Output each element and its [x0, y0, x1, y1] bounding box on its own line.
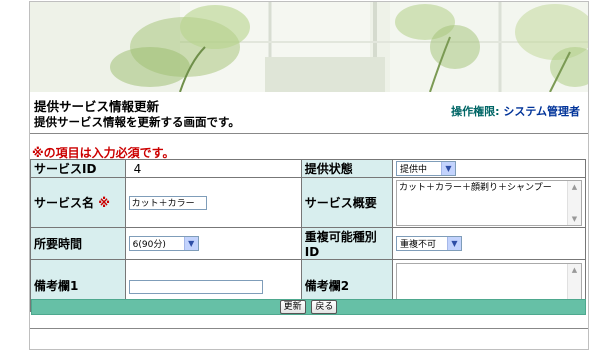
- note1-input[interactable]: [128, 279, 263, 294]
- duration-cell: 6(90分) ▼: [124, 227, 302, 260]
- service-name-input[interactable]: [128, 195, 207, 210]
- header-divider: [30, 133, 588, 142]
- page-title: 提供サービス情報更新: [34, 99, 160, 114]
- duration-select[interactable]: 6(90分) ▼: [128, 236, 199, 251]
- back-button[interactable]: 戻る: [311, 300, 338, 314]
- duration-label: 所要時間: [30, 227, 126, 260]
- scroll-up-icon[interactable]: ▲: [568, 264, 581, 276]
- chevron-down-icon: ▼: [447, 237, 461, 250]
- status-selected: 提供中: [400, 165, 428, 175]
- required-mark: ※: [98, 196, 110, 210]
- summary-textarea[interactable]: カット＋カラー＋顔剃り＋シャンプー ▲ ▼: [396, 179, 582, 226]
- overlap-cell: 重複不可 ▼: [392, 227, 586, 260]
- update-button[interactable]: 更新: [279, 300, 306, 314]
- status-select[interactable]: 提供中 ▼: [396, 161, 456, 176]
- page-frame: 提供サービス情報更新 提供サービス情報を更新する画面です。 操作権限: システム…: [29, 1, 589, 350]
- page-description: 提供サービス情報を更新する画面です。: [34, 115, 240, 129]
- service-name-cell: [124, 177, 302, 228]
- chevron-down-icon: ▼: [183, 237, 198, 250]
- overlap-selected: 重複不可: [400, 240, 437, 250]
- service-name-label-text: サービス名: [34, 196, 95, 210]
- status-label: 提供状態: [300, 159, 394, 178]
- service-form-table: サービスID 4 提供状態 提供中 ▼ サービス名 ※ サービス概要 カット＋カ…: [30, 159, 586, 312]
- permission-value: システム管理者: [503, 105, 580, 118]
- service-id-label: サービスID: [30, 159, 126, 178]
- footer-divider: [30, 328, 588, 329]
- duration-selected: 6(90分): [132, 240, 166, 250]
- scroll-down-icon[interactable]: ▼: [568, 213, 581, 225]
- summary-label: サービス概要: [300, 177, 394, 228]
- overlap-select[interactable]: 重複不可 ▼: [396, 236, 462, 251]
- permission-info: 操作権限: システム管理者: [451, 103, 580, 119]
- status-cell: 提供中 ▼: [392, 159, 586, 178]
- button-bar: 更新 戻る: [31, 299, 586, 315]
- permission-label: 操作権限:: [451, 105, 500, 118]
- chevron-down-icon: ▼: [441, 162, 455, 175]
- summary-scrollbar[interactable]: ▲ ▼: [567, 180, 581, 225]
- overlap-label: 重複可能種別ID: [300, 227, 394, 260]
- service-id-value: 4: [124, 159, 302, 178]
- summary-text: カット＋カラー＋顔剃り＋シャンプー: [399, 182, 552, 193]
- header-banner-image: [30, 2, 588, 92]
- scroll-up-icon[interactable]: ▲: [568, 181, 581, 193]
- summary-cell: カット＋カラー＋顔剃り＋シャンプー ▲ ▼: [392, 177, 586, 228]
- service-name-label: サービス名 ※: [30, 177, 126, 228]
